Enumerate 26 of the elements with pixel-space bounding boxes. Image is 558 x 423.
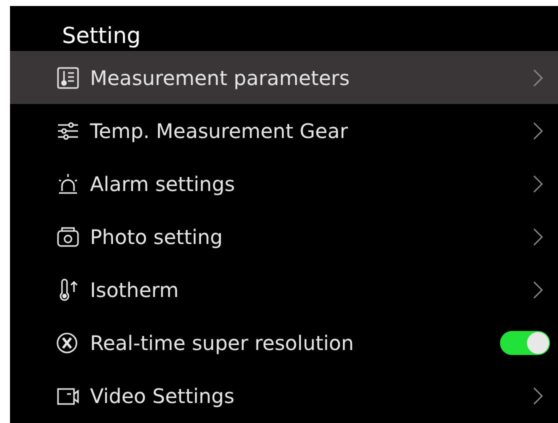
super-resolution-icon [56,330,80,354]
menu-item-label: Measurement parameters [90,66,351,90]
menu-item-label: Photo setting [90,224,224,248]
chevron-icon [532,226,544,246]
chevron-icon [532,120,544,140]
menu-item-label: Video Settings [90,384,236,408]
menu-item[interactable]: Temp. Measurement Gear [10,104,558,157]
chevron-icon [532,280,544,300]
menu-item[interactable]: Isotherm [10,263,558,316]
chevron-icon [532,386,544,406]
menu-item[interactable]: Photo setting [10,210,558,263]
menu-item[interactable]: Measurement parameters [10,51,558,104]
thermometer-panel-icon [56,66,80,90]
menu-item[interactable]: Real-time super resolution [10,316,558,369]
menu-item-label: Real-time super resolution [90,330,355,354]
chevron-icon [532,174,544,194]
chevron-icon [532,68,544,88]
toggle-switch[interactable] [500,330,550,354]
menu-item-label: Temp. Measurement Gear [90,118,349,142]
menu-item-label: Alarm settings [90,172,236,196]
camera-icon [56,224,80,248]
alarm-light-icon [56,172,80,196]
menu-item-label: Isotherm [90,278,180,302]
menu-item[interactable]: Video Settings [10,369,558,422]
menu-item[interactable]: Alarm settings [10,157,558,210]
menu-title: Setting [61,23,142,51]
